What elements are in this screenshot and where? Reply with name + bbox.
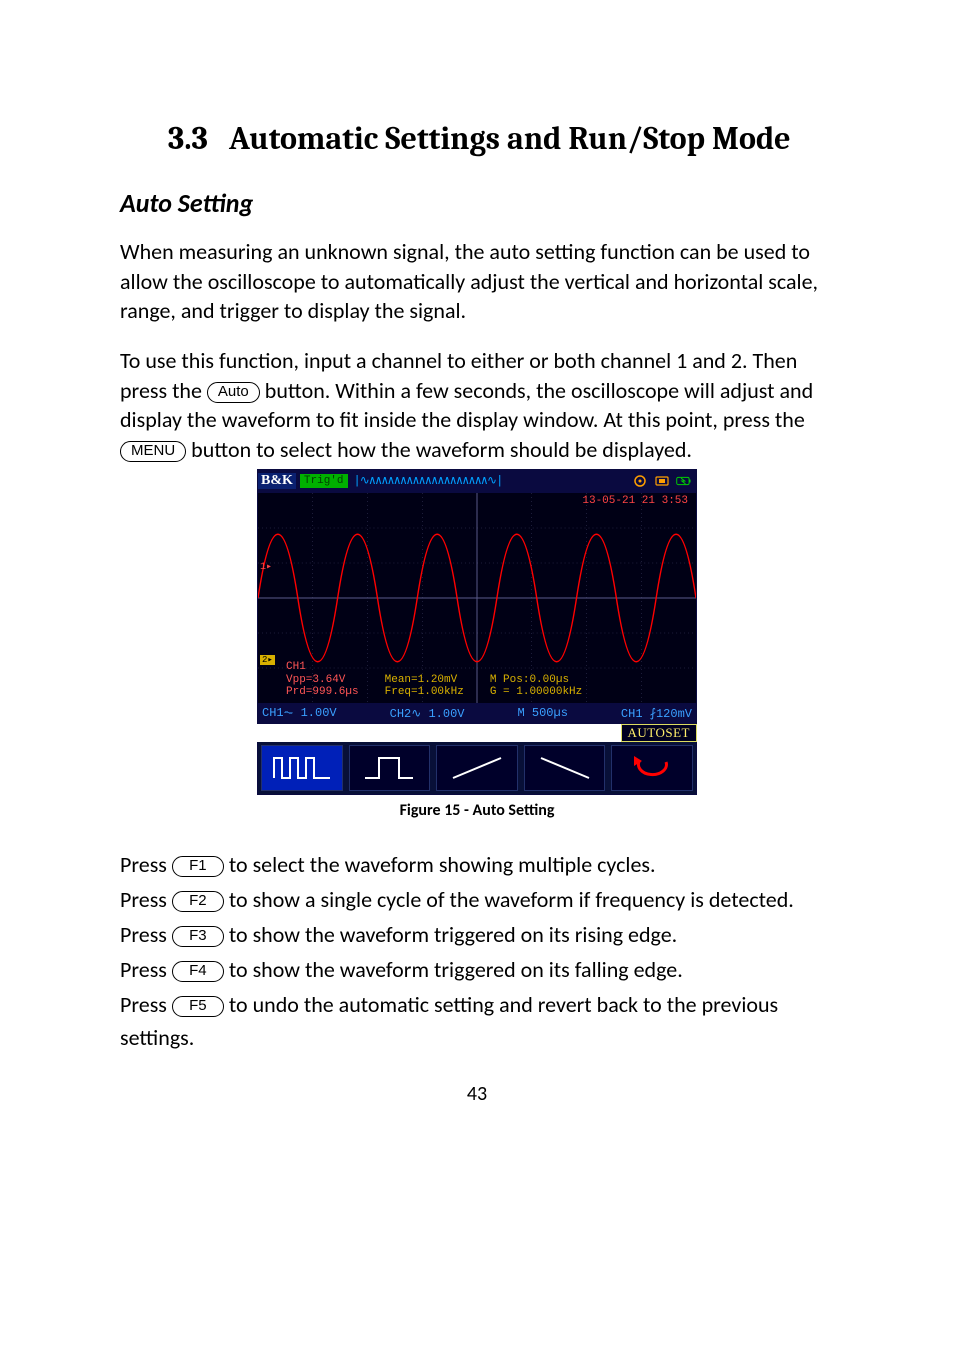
- meas-col-yellow2: M Pos:0.00µs G = 1.00000kHz: [490, 661, 582, 699]
- settings-icon: [632, 474, 648, 488]
- battery-icon: [676, 474, 692, 488]
- f1-key-icon: F1: [172, 856, 224, 877]
- ch1-marker: 1▸: [260, 561, 272, 573]
- scope-plot-area: 13-05-21 21 3:53 1▸ 2▸: [257, 493, 697, 703]
- scope-measurements: CH1 Vpp=3.64V Prd=999.6µs Mean=1.20mV Fr…: [286, 661, 690, 699]
- scope-brand: B&K: [258, 473, 296, 489]
- autoset-row: AUTOSET: [257, 724, 697, 742]
- meas-ch1-label: CH1: [286, 661, 359, 674]
- trigger-status-badge: Trig'd: [300, 474, 348, 488]
- meas-freq: Freq=1.00kHz: [385, 686, 464, 699]
- f4-key-icon: F4: [172, 961, 224, 982]
- status-timebase: M 500µs: [518, 706, 568, 721]
- section-heading: 3.3 Automatic Settings and Run/Stop Mode: [120, 120, 834, 157]
- softkey-single-cycle-icon: [349, 745, 431, 791]
- status-ch1: CH1⏦ 1.00V: [262, 706, 337, 721]
- meas-gfreq: G = 1.00000kHz: [490, 686, 582, 699]
- paragraph-2c: button to select how the waveform should…: [191, 436, 692, 463]
- subheading: Auto Setting: [120, 187, 834, 219]
- page-number: 43: [120, 1082, 834, 1106]
- scope-timestamp: 13-05-21 21 3:53: [582, 495, 688, 507]
- press-f2-text: to show a single cycle of the waveform i…: [224, 886, 794, 913]
- scope-statusbar: CH1⏦ 1.00V CH2∿ 1.00V M 500µs CH1 ⨏120mV: [257, 703, 697, 724]
- softkey-undo-icon: [611, 745, 693, 791]
- f3-key-icon: F3: [172, 926, 224, 947]
- figure-caption: Figure 15 - Auto Setting: [120, 801, 834, 820]
- topbar-waveform-icon: |∿∧∧∧∧∧∧∧∧∧∧∧∧∧∧∧∧∧∧∧∿|: [354, 473, 627, 488]
- section-number: 3.3: [168, 120, 208, 157]
- scope-topbar: B&K Trig'd |∿∧∧∧∧∧∧∧∧∧∧∧∧∧∧∧∧∧∧∧∿|: [257, 469, 697, 493]
- ch2-marker: 2▸: [260, 655, 275, 665]
- meas-prd: Prd=999.6µs: [286, 686, 359, 699]
- status-trigger: CH1 ⨏120mV: [621, 706, 692, 721]
- softkey-rising-edge-icon: [436, 745, 518, 791]
- f2-key-icon: F2: [172, 891, 224, 912]
- f5-key-icon: F5: [172, 996, 224, 1017]
- document-page: 3.3 Automatic Settings and Run/Stop Mode…: [0, 0, 954, 1146]
- section-title-text: Automatic Settings and Run/Stop Mode: [229, 120, 791, 157]
- menu-button-icon: MENU: [120, 441, 186, 462]
- press-pre-4: Press: [120, 956, 172, 983]
- oscilloscope-screenshot: B&K Trig'd |∿∧∧∧∧∧∧∧∧∧∧∧∧∧∧∧∧∧∧∧∿| 13-05…: [257, 469, 697, 795]
- press-f1-text: to select the waveform showing multiple …: [224, 851, 656, 878]
- auto-button-icon: Auto: [207, 382, 260, 403]
- scope-softkeys: [257, 742, 697, 795]
- softkey-multi-cycle-icon: [261, 745, 343, 791]
- press-f3-text: to show the waveform triggered on its ri…: [224, 921, 677, 948]
- paragraph-1: When measuring an unknown signal, the au…: [120, 237, 834, 326]
- figure-container: B&K Trig'd |∿∧∧∧∧∧∧∧∧∧∧∧∧∧∧∧∧∧∧∧∿| 13-05…: [120, 469, 834, 795]
- press-f4-text: to show the waveform triggered on its fa…: [224, 956, 683, 983]
- softkey-falling-edge-icon: [524, 745, 606, 791]
- topbar-icons: [632, 474, 696, 488]
- press-line-f2: Press F2 to show a single cycle of the w…: [120, 883, 834, 916]
- press-pre-3: Press: [120, 921, 172, 948]
- meas-mean: Mean=1.20mV: [385, 674, 464, 687]
- press-line-f3: Press F3 to show the waveform triggered …: [120, 918, 834, 951]
- usb-icon: [654, 474, 670, 488]
- meas-col-ch1: CH1 Vpp=3.64V Prd=999.6µs: [286, 661, 359, 699]
- status-ch2: CH2∿ 1.00V: [390, 706, 465, 721]
- press-instructions: Press F1 to select the waveform showing …: [120, 848, 834, 1054]
- press-pre-5: Press: [120, 991, 172, 1018]
- meas-col-yellow1: Mean=1.20mV Freq=1.00kHz: [385, 661, 464, 699]
- press-pre-1: Press: [120, 851, 172, 878]
- paragraph-2: To use this function, input a channel to…: [120, 346, 834, 465]
- press-pre-2: Press: [120, 886, 172, 913]
- press-line-f4: Press F4 to show the waveform triggered …: [120, 953, 834, 986]
- press-line-f5: Press F5 to undo the automatic setting a…: [120, 988, 834, 1054]
- meas-vpp: Vpp=3.64V: [286, 674, 359, 687]
- meas-mpos: M Pos:0.00µs: [490, 674, 582, 687]
- press-line-f1: Press F1 to select the waveform showing …: [120, 848, 834, 881]
- autoset-label: AUTOSET: [621, 724, 697, 742]
